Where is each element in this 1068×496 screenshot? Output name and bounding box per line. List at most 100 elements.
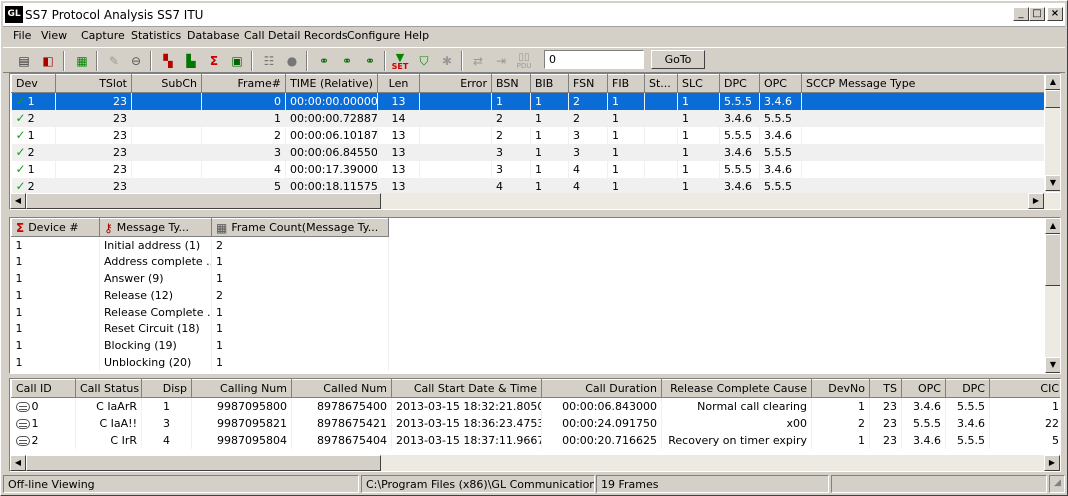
stats-row[interactable]: 1 Release Complete ... 1 — [11, 303, 389, 321]
frames-hscroll[interactable]: ◀ ▶ — [10, 193, 1060, 209]
decode-icon[interactable]: ⇥ — [490, 51, 512, 71]
scroll-thumb[interactable] — [1045, 234, 1060, 286]
grid-icon[interactable]: ☷ — [258, 51, 280, 71]
frame-number-input[interactable]: 0 — [544, 50, 644, 69]
stats-cell: Release (12) — [99, 286, 212, 304]
circle-icon[interactable]: ● — [281, 51, 303, 71]
capture-icon[interactable]: ◧ — [37, 51, 59, 71]
scroll-left-icon[interactable]: ◀ — [10, 193, 26, 209]
menu-statistics[interactable]: Statistics — [131, 29, 181, 42]
frame-row[interactable]: ✓ 2 23 3 00:00:06.845500 13 3 1 3 1 1 3.4.6 5.5.5 — [11, 143, 1046, 161]
col-ts[interactable]: TS — [869, 379, 902, 398]
col-opc[interactable]: OPC — [901, 379, 946, 398]
col-call-duration[interactable]: Call Duration — [541, 379, 662, 398]
col-opc[interactable]: OPC — [759, 74, 802, 93]
col-st[interactable]: St... — [644, 74, 678, 93]
set-filter-icon[interactable]: ▼ SET — [389, 51, 411, 71]
resize-grip-icon[interactable]: ◢ — [1049, 475, 1065, 493]
menu-view[interactable]: View — [41, 29, 67, 42]
scroll-thumb[interactable] — [1045, 90, 1060, 108]
pdu-icon[interactable]: ▯▯ PDU — [513, 51, 535, 71]
stats-row[interactable]: 1 Blocking (19) 1 — [11, 337, 389, 355]
stats-row[interactable]: 1 Initial address (1) 2 — [11, 236, 389, 254]
maximize-button[interactable]: □ — [1029, 7, 1045, 21]
stats-row[interactable]: 1 Unblocking (20) 1 — [11, 354, 389, 371]
stats-vscroll[interactable]: ▲ ▼ — [1044, 218, 1060, 373]
stats-row[interactable]: 1 Release (12) 2 — [11, 286, 389, 304]
frame-row[interactable]: ✓ 1 23 2 00:00:06.101875 13 2 1 3 1 1 5.5.5 3.4.6 — [11, 126, 1046, 144]
stats-row[interactable]: 1 Address complete ... 1 — [11, 253, 389, 271]
scroll-thumb[interactable] — [26, 455, 381, 471]
col-slc[interactable]: SLC — [677, 74, 720, 93]
col-error[interactable]: Error — [419, 74, 492, 93]
col-cic[interactable]: CIC — [989, 379, 1060, 398]
col-calling-num[interactable]: Calling Num — [191, 379, 292, 398]
col-bib[interactable]: BIB — [530, 74, 569, 93]
menu-capture[interactable]: Capture — [81, 29, 125, 42]
col-len[interactable]: Len — [377, 74, 420, 93]
close-button[interactable]: × — [1047, 7, 1063, 21]
scroll-left-icon[interactable]: ◀ — [10, 455, 26, 471]
col-message-type[interactable]: ⚷ Message Ty... — [99, 218, 212, 237]
col-disp[interactable]: Disp — [141, 379, 192, 398]
col-frame-count[interactable]: ▦ Frame Count(Message Ty... — [211, 218, 389, 237]
col-sccp[interactable]: SCCP Message Type — [801, 74, 1046, 93]
col-device[interactable]: Σ Device # — [11, 218, 100, 237]
scroll-down-icon[interactable]: ▼ — [1045, 357, 1060, 373]
frame-row[interactable]: ✓ 2 23 1 00:00:00.728875 14 2 1 2 1 1 3.4.6 5.5.5 — [11, 109, 1046, 127]
col-release-cause[interactable]: Release Complete Cause — [661, 379, 812, 398]
scroll-up-icon[interactable]: ▲ — [1045, 218, 1060, 234]
binoculars-up-icon[interactable]: ⚭ — [359, 51, 381, 71]
filter-green-icon[interactable]: ▦ — [71, 51, 93, 71]
scroll-right-icon[interactable]: ▶ — [1028, 193, 1044, 209]
col-call-start[interactable]: Call Start Date & Time — [391, 379, 542, 398]
menu-file[interactable]: File — [13, 29, 31, 42]
col-dpc[interactable]: DPC — [719, 74, 760, 93]
call-row[interactable]: 0C IaArR 1 9987095800 8978675400 2013-03-15 … — [11, 397, 1060, 415]
calls-hscroll[interactable]: ◀ ▶ — [10, 455, 1060, 471]
stats-row[interactable]: 1 Answer (9) 1 — [11, 270, 389, 287]
stats-row[interactable]: 1 Reset Circuit (18) 1 — [11, 320, 389, 338]
open-folder-icon[interactable]: ▤ — [13, 51, 35, 71]
col-subch[interactable]: SubCh — [131, 74, 202, 93]
menu-configure[interactable]: Configure — [347, 29, 400, 42]
scroll-right-icon[interactable]: ▶ — [1044, 455, 1060, 471]
frame-row[interactable]: ✓ 2 23 5 00:00:18.115750 13 4 1 4 1 1 3.4.6 5.5.5 — [11, 177, 1046, 195]
col-bsn[interactable]: BSN — [491, 74, 531, 93]
col-fib[interactable]: FIB — [607, 74, 645, 93]
binoculars-down-icon[interactable]: ⚭ — [336, 51, 358, 71]
col-devno[interactable]: DevNo — [811, 379, 870, 398]
menu-database[interactable]: Database — [187, 29, 240, 42]
frame-row[interactable]: ✓ 1 23 0 00:00:00.000000 13 1 1 2 1 1 5.5.5 3.4.6 — [11, 92, 1046, 110]
col-dev[interactable]: Dev — [11, 74, 56, 93]
call-row[interactable]: 1C IaA!! 3 9987095821 8978675421 2013-03-15 … — [11, 414, 1060, 432]
col-fsn[interactable]: FSN — [568, 74, 608, 93]
scroll-up-icon[interactable]: ▲ — [1045, 74, 1060, 90]
col-frame[interactable]: Frame# — [201, 74, 286, 93]
frames-vscroll[interactable]: ▲ ▼ — [1044, 74, 1060, 192]
col-tslot[interactable]: TSlot — [55, 74, 132, 93]
stop-icon[interactable]: ⊖ — [125, 51, 147, 71]
clear-filter-icon[interactable]: ✱ — [436, 51, 458, 71]
frame-row[interactable]: ✓ 1 23 4 00:00:17.390000 13 3 1 4 1 1 5.5.5 3.4.6 — [11, 160, 1046, 178]
col-call-status[interactable]: Call Status — [75, 379, 142, 398]
minimize-button[interactable]: _ — [1013, 7, 1029, 21]
goto-button[interactable]: GoTo — [651, 50, 705, 69]
menu-help[interactable]: Help — [404, 29, 429, 42]
ladder-icon[interactable]: ⇄ — [467, 51, 489, 71]
scroll-down-icon[interactable]: ▼ — [1045, 175, 1060, 191]
stats-color-icon[interactable]: ▚ — [157, 51, 179, 71]
filter-tf-icon[interactable]: ⛉ — [413, 51, 435, 71]
call-row[interactable]: 2C IrR 4 9987095804 8978675404 2013-03-15 18… — [11, 431, 1060, 449]
col-called-num[interactable]: Called Num — [291, 379, 392, 398]
menu-call-detail-records[interactable]: Call Detail Records — [244, 29, 348, 42]
col-time[interactable]: TIME (Relative) — [285, 74, 378, 93]
stats-bar-icon[interactable]: ▙ — [180, 51, 202, 71]
binoculars-icon[interactable]: ⚭ — [313, 51, 335, 71]
col-dpc[interactable]: DPC — [945, 379, 990, 398]
col-call-id[interactable]: Call ID — [11, 379, 76, 398]
sigma-icon[interactable]: Σ — [203, 51, 225, 71]
call-detail-icon[interactable]: ✎ — [103, 51, 125, 71]
save-icon[interactable]: ▣ — [226, 51, 248, 71]
scroll-thumb[interactable] — [26, 193, 381, 209]
